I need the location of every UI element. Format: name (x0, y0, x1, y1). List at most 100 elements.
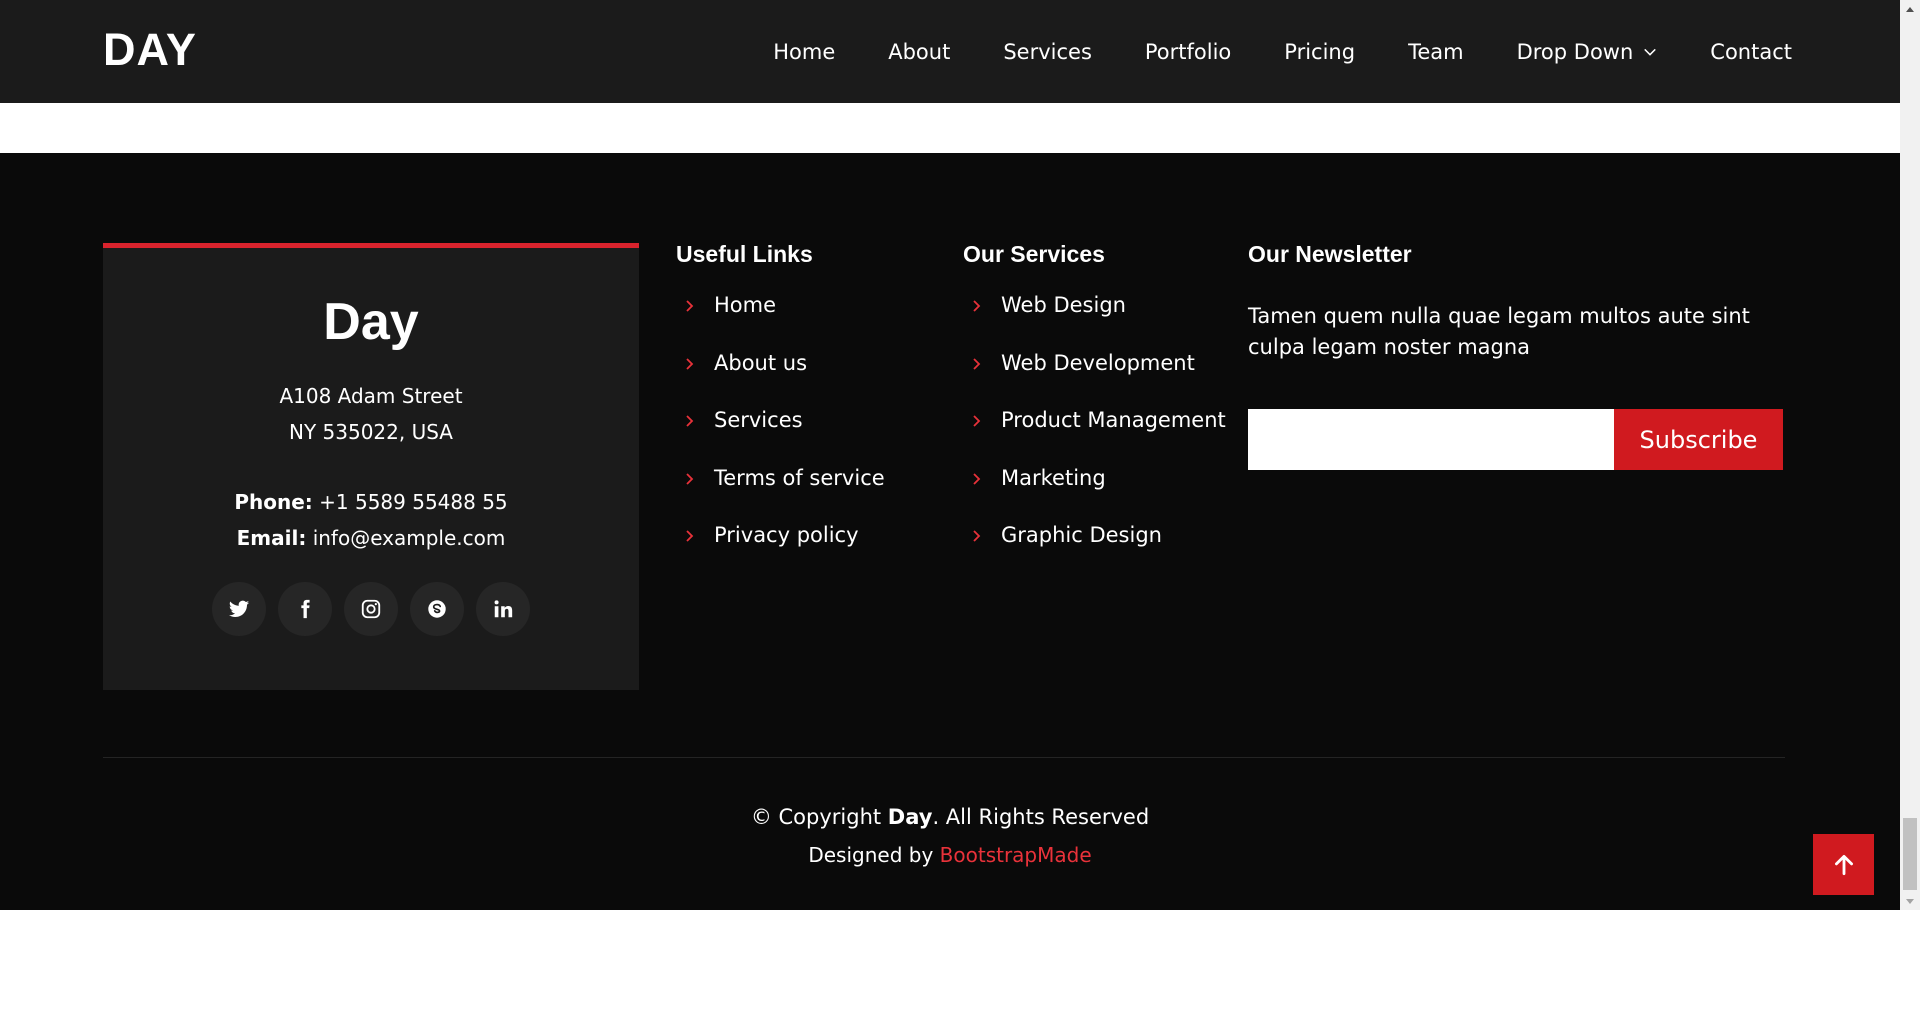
link-label: Product Management (1001, 408, 1226, 432)
useful-links-list: Home About us Services Terms of service … (676, 293, 885, 581)
arrow-up-icon (1834, 854, 1853, 875)
twitter-link[interactable] (212, 582, 266, 636)
copyright-suffix: . All Rights Reserved (932, 805, 1150, 829)
copyright: © Copyright Day. All Rights Reserved (0, 805, 1900, 829)
footer-divider (103, 757, 1785, 758)
chevron-right-icon (973, 472, 981, 485)
copyright-prefix: © Copyright (750, 805, 888, 829)
contact-info: Phone: +1 5589 55488 55 Email: info@exam… (103, 484, 639, 556)
our-services-title: Our Services (963, 241, 1105, 267)
bootstrapmade-link[interactable]: BootstrapMade (940, 843, 1092, 867)
linkedin-icon (494, 600, 513, 618)
chevron-down-icon (1644, 48, 1657, 56)
email-address: info@example.com (312, 526, 506, 550)
email-label: Email: (236, 526, 307, 550)
skype-icon (428, 600, 446, 618)
link-label: Terms of service (714, 465, 885, 490)
instagram-link[interactable] (344, 582, 398, 636)
credits-prefix: Designed by (808, 843, 940, 867)
nav-label: Team (1408, 39, 1464, 64)
nav-label: About (888, 39, 951, 64)
scroll-down-arrow[interactable] (1900, 893, 1920, 910)
phone-number: +1 5589 55488 55 (319, 490, 508, 514)
service-link-marketing[interactable]: Marketing (963, 466, 1226, 524)
facebook-icon (301, 599, 310, 619)
footer-info-card: Day A108 Adam Street NY 535022, USA Phon… (103, 243, 639, 690)
email-row: Email: info@example.com (103, 520, 639, 556)
linkedin-link[interactable] (476, 582, 530, 636)
chevron-right-icon (973, 357, 981, 370)
link-label: Home (714, 293, 777, 317)
phone-label: Phone: (234, 490, 313, 514)
copyright-brand: Day (887, 805, 933, 829)
site-logo[interactable]: DAY (103, 24, 197, 76)
address-line-2: NY 535022, USA (289, 420, 453, 444)
credits: Designed by BootstrapMade (0, 843, 1900, 867)
useful-link-services[interactable]: Services (676, 408, 885, 466)
link-label: Services (714, 408, 803, 432)
chevron-right-icon (686, 357, 694, 370)
footer-brand-title: Day (323, 293, 419, 351)
service-link-graphic-design[interactable]: Graphic Design (963, 523, 1226, 581)
newsletter-email-input[interactable] (1248, 409, 1614, 470)
service-link-web-development[interactable]: Web Development (963, 351, 1226, 409)
instagram-icon (361, 599, 381, 619)
nav-team[interactable]: Team (1408, 40, 1464, 64)
vertical-scrollbar[interactable] (1900, 0, 1920, 910)
nav-pricing[interactable]: Pricing (1284, 40, 1355, 64)
newsletter-form: Subscribe (1248, 409, 1783, 470)
site-footer: Day A108 Adam Street NY 535022, USA Phon… (0, 153, 1900, 910)
useful-link-about[interactable]: About us (676, 351, 885, 409)
triangle-down-icon (1906, 898, 1914, 904)
link-label: Graphic Design (1001, 523, 1162, 547)
link-label: Marketing (1001, 465, 1106, 490)
chevron-right-icon (973, 415, 981, 427)
nav-dropdown[interactable]: Drop Down (1517, 40, 1658, 64)
link-label: Web Design (1001, 293, 1126, 317)
twitter-icon (228, 600, 250, 617)
nav-label: Drop Down (1516, 39, 1634, 64)
chevron-right-icon (686, 472, 694, 485)
nav-label: Pricing (1284, 39, 1356, 64)
address: A108 Adam Street NY 535022, USA (103, 378, 639, 450)
site-header: DAY Home About Services Portfolio Pricin… (0, 0, 1900, 103)
phone-row: Phone: +1 5589 55488 55 (103, 484, 639, 520)
skype-link[interactable] (410, 582, 464, 636)
newsletter-description: Tamen quem nulla quae legam multos aute … (1248, 304, 1750, 359)
chevron-right-icon (973, 530, 981, 542)
nav-label: Portfolio (1144, 39, 1232, 64)
nav-label: Services (1003, 39, 1092, 64)
useful-link-privacy[interactable]: Privacy policy (676, 523, 885, 581)
nav-services[interactable]: Services (1003, 40, 1092, 64)
useful-link-home[interactable]: Home (676, 293, 885, 351)
main-nav: Home About Services Portfolio Pricing Te… (720, 0, 1792, 103)
chevron-right-icon (973, 300, 981, 312)
subscribe-button[interactable]: Subscribe (1614, 409, 1783, 470)
nav-label: Contact (1710, 39, 1792, 64)
back-to-top-button[interactable] (1813, 834, 1874, 895)
social-links (103, 582, 639, 636)
services-list: Web Design Web Development Product Manag… (963, 293, 1226, 581)
service-link-product-management[interactable]: Product Management (963, 408, 1226, 466)
useful-links-title: Useful Links (676, 241, 813, 267)
facebook-link[interactable] (278, 582, 332, 636)
nav-portfolio[interactable]: Portfolio (1145, 40, 1231, 64)
link-label: Privacy policy (714, 523, 859, 547)
chevron-right-icon (686, 300, 694, 312)
triangle-up-icon (1906, 6, 1914, 12)
link-label: About us (714, 350, 808, 375)
scrollbar-thumb[interactable] (1903, 818, 1917, 890)
address-line-1: A108 Adam Street (279, 384, 463, 408)
content-area (0, 103, 1900, 153)
newsletter-title: Our Newsletter (1248, 241, 1412, 267)
nav-home[interactable]: Home (773, 40, 835, 64)
nav-contact[interactable]: Contact (1710, 40, 1792, 64)
link-label: Web Development (1001, 350, 1195, 375)
service-link-web-design[interactable]: Web Design (963, 293, 1226, 351)
chevron-right-icon (686, 530, 694, 542)
scroll-up-arrow[interactable] (1900, 0, 1920, 17)
useful-link-terms[interactable]: Terms of service (676, 466, 885, 524)
nav-about[interactable]: About (888, 40, 950, 64)
nav-label: Home (773, 39, 836, 64)
chevron-right-icon (686, 415, 694, 427)
